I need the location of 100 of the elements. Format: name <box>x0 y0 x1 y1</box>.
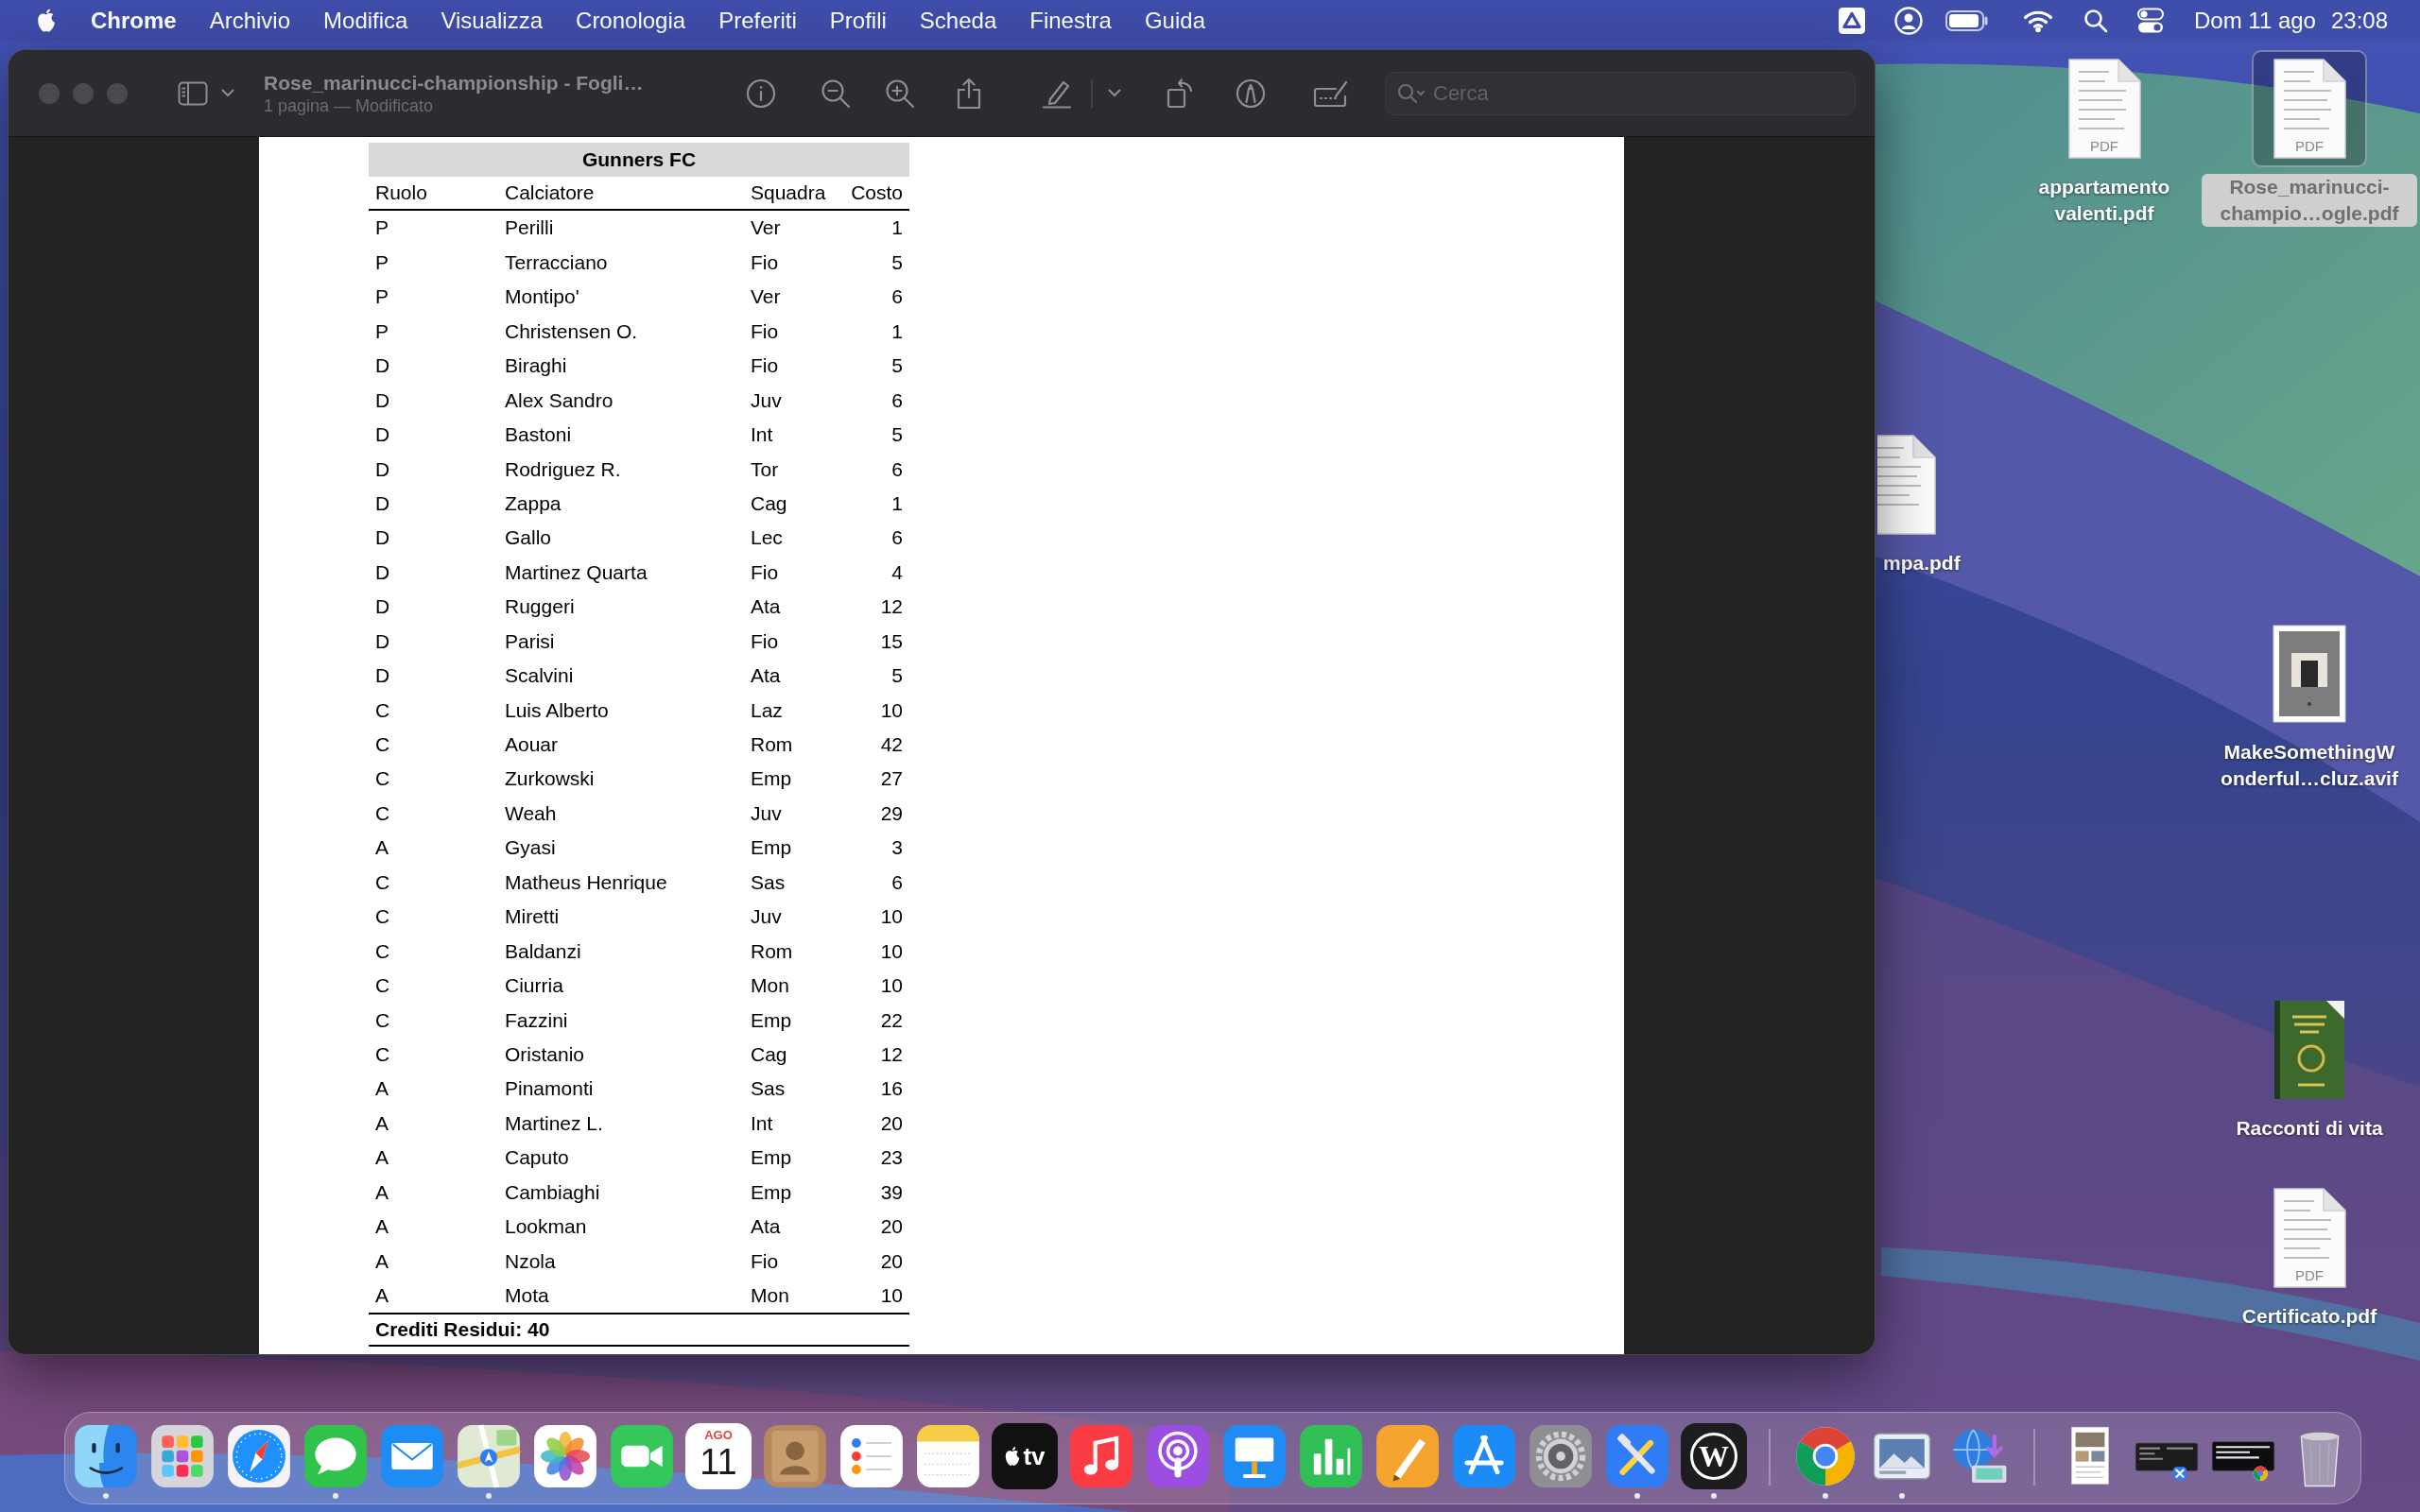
zoom-in-icon[interactable] <box>885 77 915 109</box>
search-icon[interactable] <box>2083 8 2108 33</box>
menu-bar-time[interactable]: 23:08 <box>2330 3 2388 38</box>
menu-item[interactable]: Scheda <box>919 3 997 38</box>
table-cell-text: C <box>374 904 391 930</box>
table-cell-text: 10 <box>879 973 904 999</box>
triangle-logo-icon[interactable] <box>1838 7 1865 34</box>
table-cell-text: Parisi <box>504 628 556 654</box>
table-cell-text: Terracciano <box>504 249 609 275</box>
menu-item[interactable]: Modifica <box>323 3 408 38</box>
menu-item[interactable]: Visualizza <box>441 3 544 38</box>
file-type-label: PDF <box>2294 1267 2325 1283</box>
bar-chart-icon[interactable] <box>1298 1423 1364 1489</box>
table-cell-text: C <box>374 1007 391 1033</box>
user-account-icon[interactable] <box>1893 6 1923 35</box>
caret-icon[interactable] <box>221 89 234 97</box>
hammer-screwdriver-icon[interactable] <box>1604 1423 1670 1489</box>
table-cell-text: D <box>374 422 391 448</box>
presentation-icon[interactable] <box>1221 1423 1288 1489</box>
table-cell-text: 23 <box>879 1145 904 1171</box>
file-name-label[interactable]: Certificato.pdf <box>2236 1303 2383 1330</box>
document-file-icon[interactable] <box>2067 59 2141 159</box>
table-cell-text: 15 <box>879 628 904 654</box>
menu-item[interactable]: Guida <box>1144 3 1205 38</box>
app-grid-icon[interactable] <box>149 1423 216 1489</box>
document-file-icon[interactable] <box>1877 435 1936 535</box>
table-cell-text: Fazzini <box>504 1007 569 1033</box>
envelope-icon[interactable] <box>379 1423 445 1489</box>
smiling-face-icon[interactable] <box>73 1423 139 1489</box>
table-cell-text: C <box>374 869 391 895</box>
checklist-icon[interactable] <box>838 1423 905 1489</box>
app-menu[interactable]: Chrome <box>91 3 177 38</box>
table-cell-text: Fio <box>750 628 780 654</box>
pen-icon[interactable] <box>1374 1423 1441 1489</box>
battery-icon[interactable] <box>1945 9 1989 31</box>
table-cell-text: Cag <box>750 490 788 516</box>
file-name-label[interactable]: MakeSomethingWonderful…cluz.avif <box>2214 739 2405 792</box>
table-cell-text: Weah <box>504 800 558 826</box>
document-status: 1 pagina — Modificato <box>264 94 435 116</box>
table-cell-text: Emp <box>750 1145 793 1171</box>
table-cell-text: Juv <box>750 904 783 930</box>
table-cell-text: Ata <box>750 594 782 620</box>
compass-icon[interactable] <box>226 1423 292 1489</box>
markup-pen-icon[interactable] <box>1236 77 1266 109</box>
gear-icon[interactable] <box>1528 1423 1594 1489</box>
rotate-icon[interactable] <box>1167 77 1195 109</box>
video-camera-icon[interactable] <box>609 1423 675 1489</box>
table-cell-text: Int <box>750 1110 774 1136</box>
menu-item[interactable]: Cronologia <box>576 3 686 38</box>
apple-icon[interactable] <box>36 8 57 33</box>
image-file-icon[interactable] <box>2273 625 2346 723</box>
menu-item[interactable]: Finestra <box>1029 3 1112 38</box>
menu-item[interactable]: Archivio <box>209 3 291 38</box>
apple-icon <box>1004 1446 1022 1467</box>
menu-bar-date[interactable]: Dom 11 ago <box>2193 3 2316 38</box>
table-cell-text: D <box>374 490 391 516</box>
menu-item[interactable]: Preferiti <box>718 3 797 38</box>
sidebar-icon[interactable] <box>178 80 208 106</box>
circle-logo-icon[interactable]: W <box>1681 1423 1747 1489</box>
table-cell-text: Gyasi <box>504 835 557 861</box>
wifi-icon[interactable] <box>2022 9 2053 32</box>
info-icon[interactable] <box>746 77 776 109</box>
share-icon[interactable] <box>956 77 982 110</box>
music-note-icon[interactable] <box>1068 1423 1134 1489</box>
table-cell-text: 16 <box>879 1076 904 1102</box>
table-cell-text: 12 <box>879 594 904 620</box>
podcast-icon[interactable] <box>1145 1423 1211 1489</box>
table-cell-text: 5 <box>890 353 904 379</box>
file-type-label: PDF <box>2294 138 2325 154</box>
toggle-switches-icon[interactable] <box>2136 7 2164 34</box>
calendar-icon[interactable]: AGO 11 <box>685 1423 752 1489</box>
table-cell-text: Mon <box>750 973 790 999</box>
table-cell-text: 5 <box>890 249 904 275</box>
table-cell-text: C <box>374 938 391 964</box>
table-cell-text: 1 <box>890 318 904 344</box>
map-icon[interactable] <box>456 1423 522 1489</box>
document-file-icon[interactable] <box>2273 59 2346 159</box>
table-cell-text: C <box>374 732 391 758</box>
caret-icon[interactable] <box>1108 89 1121 97</box>
calendar-month: AGO <box>704 1428 733 1442</box>
menu-item[interactable]: Profili <box>829 3 887 38</box>
zoom-out-icon[interactable] <box>821 77 851 109</box>
triangle-strokes-icon[interactable] <box>1451 1423 1517 1489</box>
table-cell-text: Baldanzi <box>504 938 582 964</box>
table-cell-text: Caputo <box>504 1145 570 1171</box>
book-file-icon[interactable] <box>2273 1000 2345 1100</box>
form-fill-icon[interactable] <box>1313 78 1349 108</box>
notepad-icon[interactable] <box>915 1423 981 1489</box>
table-cell-text: Martinez Quarta <box>504 559 648 585</box>
table-cell-text: Fio <box>750 318 780 344</box>
speech-bubble-icon[interactable] <box>302 1423 369 1489</box>
table-cell-text: Ruggeri <box>504 594 576 620</box>
document-file-icon[interactable] <box>2273 1188 2346 1288</box>
tv-app-icon[interactable]: tv <box>992 1423 1058 1489</box>
table-cell-text: C <box>374 973 391 999</box>
flower-icon[interactable] <box>532 1423 598 1489</box>
table-cell-text: Cag <box>750 1041 788 1067</box>
file-name-label[interactable]: Racconti di vita <box>2230 1115 2389 1142</box>
table-cell-text: Int <box>750 422 774 448</box>
file-name-label[interactable]: mpa.pdf <box>1877 550 1966 576</box>
